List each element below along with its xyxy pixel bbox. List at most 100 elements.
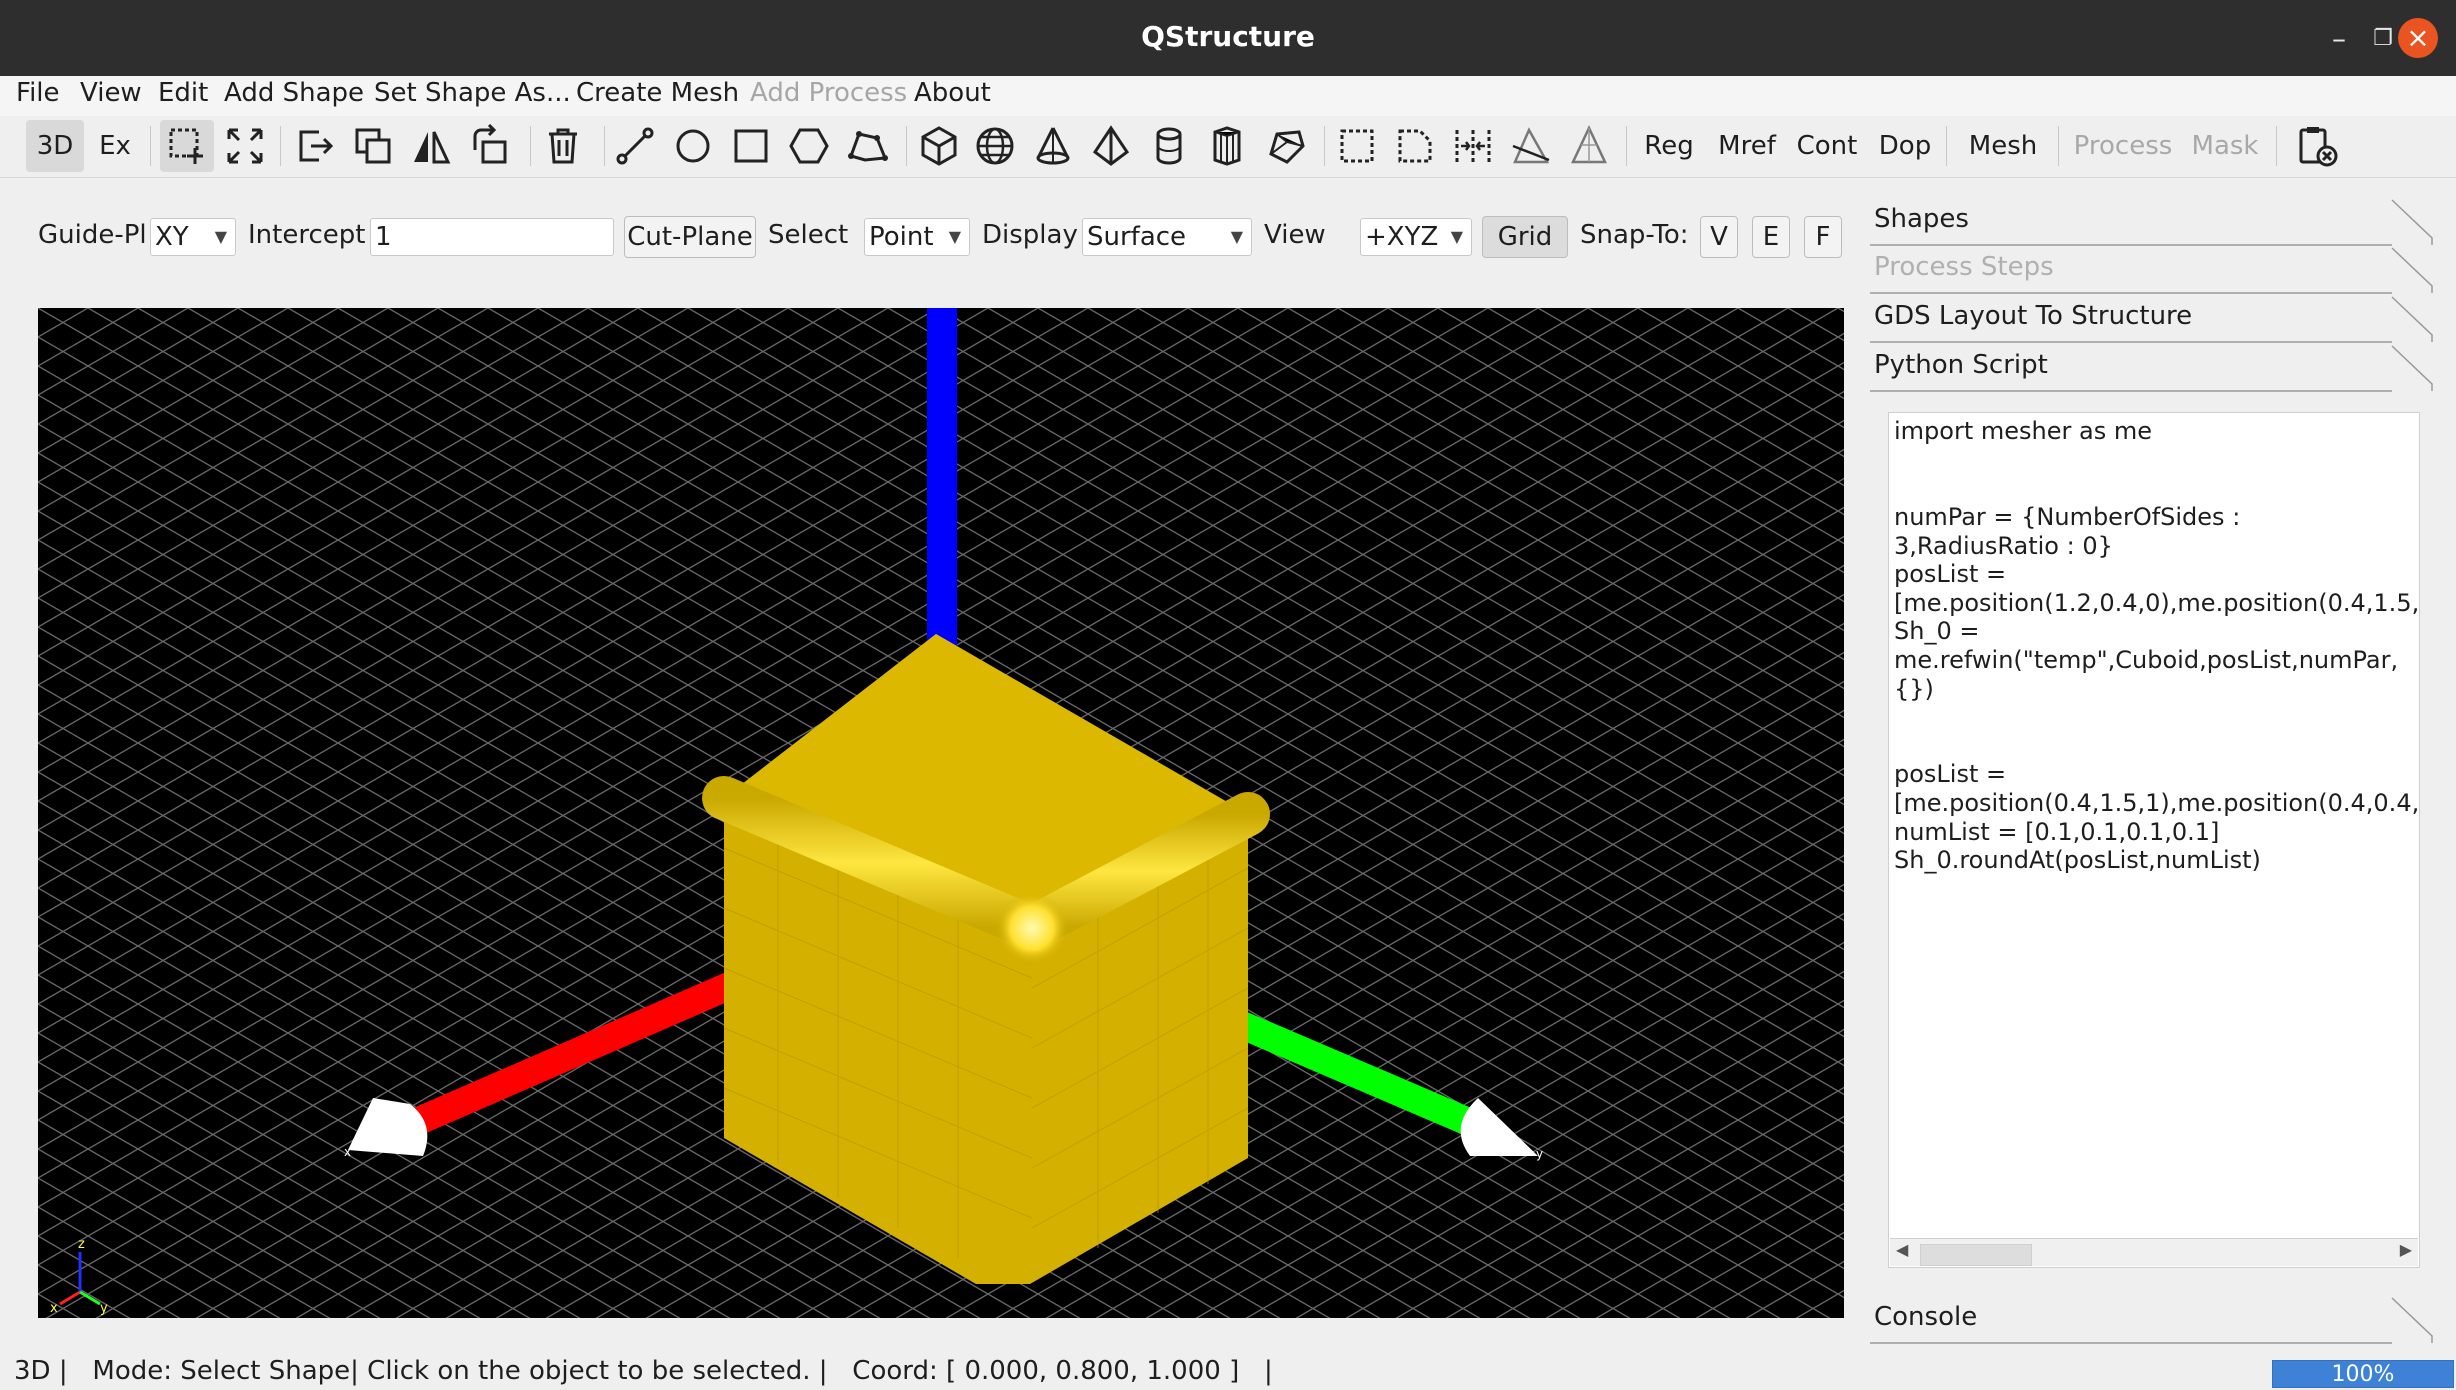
cut-polygon-icon[interactable] <box>1388 120 1442 172</box>
slice-icon[interactable] <box>1504 120 1558 172</box>
status-bar: 3D | Mode: Select Shape| Click on the ob… <box>0 1352 2456 1390</box>
display-mode-value: Surface <box>1087 222 1187 252</box>
trash-icon[interactable] <box>536 120 590 172</box>
select-add-icon[interactable] <box>160 120 214 172</box>
mesh-button[interactable]: Mesh <box>1956 120 2050 172</box>
fit-view-icon[interactable] <box>218 120 272 172</box>
menu-bar: File View Edit Add Shape Set Shape As...… <box>0 76 2456 116</box>
process-button: Process <box>2073 131 2173 161</box>
mref-button[interactable]: Mref <box>1712 120 1782 172</box>
menu-edit[interactable]: Edit <box>158 78 208 108</box>
select-mode-value: Point <box>869 222 934 252</box>
snap-edge-button[interactable]: E <box>1752 216 1790 258</box>
scrollbar-thumb[interactable] <box>1919 1243 2033 1267</box>
chevron-down-icon: ▼ <box>1450 227 1463 246</box>
python-script-editor[interactable]: import mesher as me numPar = {NumberOfSi… <box>1888 412 2420 1268</box>
gizmo-x-label: x <box>50 1301 58 1316</box>
tab-3d[interactable]: 3D <box>26 120 84 172</box>
tab-console-label: Console <box>1874 1302 1978 1332</box>
cone-icon[interactable] <box>1026 120 1080 172</box>
cut-rectangle-icon[interactable] <box>1330 120 1384 172</box>
gizmo-z-label: z <box>78 1237 85 1252</box>
tab-shapes[interactable]: Shapes <box>1870 198 2440 246</box>
line-icon[interactable] <box>608 120 662 172</box>
guide-plane-label: Guide-Pl <box>38 220 147 250</box>
script-line: 3,RadiusRatio : 0} <box>1894 532 2113 560</box>
menu-view[interactable]: View <box>80 78 142 108</box>
script-line: posList = <box>1894 560 2007 588</box>
cut-plane-button[interactable]: Cut-Plane <box>624 216 756 258</box>
tab-process-steps: Process Steps <box>1870 246 2440 294</box>
rotate-icon[interactable] <box>462 120 516 172</box>
script-line: Sh_0.roundAt(posList,numList) <box>1894 846 2261 874</box>
hexagon-icon[interactable] <box>782 120 836 172</box>
mask-button: Mask <box>2191 131 2259 161</box>
cylinder-icon[interactable] <box>1142 120 1196 172</box>
view-label: View <box>1264 220 1326 250</box>
rectangle-icon[interactable] <box>724 120 778 172</box>
export-icon[interactable] <box>288 120 342 172</box>
menu-create-mesh[interactable]: Create Mesh <box>576 78 739 108</box>
y-axis-label: y <box>1536 1147 1543 1161</box>
tab-gds-layout[interactable]: GDS Layout To Structure <box>1870 295 2440 343</box>
menu-file[interactable]: File <box>16 78 60 108</box>
scroll-right-icon[interactable]: ▶ <box>2400 1240 2412 1259</box>
maximize-icon[interactable]: ❐ <box>2366 22 2400 56</box>
guide-plane-select[interactable]: XY ▼ <box>150 218 236 256</box>
guide-bar: Guide-Pl XY ▼ Intercept 1 Cut-Plane Selec… <box>0 178 1860 298</box>
script-line: [me.position(1.2,0.4,0),me.position(0.4,… <box>1894 589 2420 617</box>
script-line: numPar = {NumberOfSides : <box>1894 503 2241 531</box>
minimize-icon[interactable]: – <box>2322 22 2356 56</box>
snap-vertex-button[interactable]: V <box>1700 216 1738 258</box>
dop-button[interactable]: Dop <box>1872 120 1938 172</box>
tab-process-steps-label: Process Steps <box>1874 252 2054 282</box>
polyhedron-icon[interactable] <box>1258 120 1312 172</box>
script-line: Sh_0 = <box>1894 617 1980 645</box>
menu-add-process: Add Process <box>750 78 908 108</box>
script-line: numList = [0.1,0.1,0.1,0.1] <box>1894 818 2220 846</box>
chevron-down-icon: ▼ <box>948 227 961 246</box>
display-label: Display <box>982 220 1078 250</box>
select-mode-select[interactable]: Point ▼ <box>864 218 970 256</box>
tab-python-script-label: Python Script <box>1874 350 2048 380</box>
reg-button[interactable]: Reg <box>1636 120 1702 172</box>
mirror-icon[interactable] <box>404 120 458 172</box>
tetra-mesh-icon[interactable] <box>1562 120 1616 172</box>
editor-horizontal-scrollbar[interactable]: ◀ ▶ <box>1890 1238 2418 1267</box>
scroll-left-icon[interactable]: ◀ <box>1896 1240 1908 1259</box>
copy-icon[interactable] <box>346 120 400 172</box>
clear-clipboard-icon[interactable] <box>2288 120 2346 172</box>
view-direction-select[interactable]: +XYZ ▼ <box>1360 218 1472 256</box>
polygon-icon[interactable] <box>840 120 894 172</box>
status-text: 3D | Mode: Select Shape| Click on the ob… <box>14 1356 1273 1386</box>
script-line: posList = <box>1894 760 2007 788</box>
tab-python-script[interactable]: Python Script <box>1870 344 2440 392</box>
intercept-input[interactable]: 1 <box>370 218 614 256</box>
prism-icon[interactable] <box>1200 120 1254 172</box>
split-icon[interactable] <box>1446 120 1500 172</box>
tab-shapes-label: Shapes <box>1874 204 1969 234</box>
select-label: Select <box>768 220 849 250</box>
chevron-down-icon: ▼ <box>1230 227 1243 246</box>
display-mode-select[interactable]: Surface ▼ <box>1082 218 1252 256</box>
tab-gds-layout-label: GDS Layout To Structure <box>1874 301 2193 331</box>
tab-console[interactable]: Console <box>1870 1296 2440 1344</box>
pyramid-icon[interactable] <box>1084 120 1138 172</box>
script-line: {}) <box>1894 675 1934 703</box>
menu-add-shape[interactable]: Add Shape <box>224 78 364 108</box>
title-bar: QStructure – ❐ × <box>0 0 2456 76</box>
menu-set-shape-as[interactable]: Set Shape As... <box>374 78 571 108</box>
intercept-label: Intercept <box>248 220 366 250</box>
gizmo-y-label: y <box>100 1301 108 1316</box>
menu-about[interactable]: About <box>914 78 991 108</box>
cube-icon[interactable] <box>912 120 966 172</box>
3d-viewport[interactable]: x y z x y <box>38 308 1844 1318</box>
grid-toggle-button[interactable]: Grid <box>1482 216 1568 258</box>
snap-face-button[interactable]: F <box>1804 216 1842 258</box>
z-axis <box>927 308 957 648</box>
close-icon[interactable]: × <box>2398 18 2438 58</box>
circle-icon[interactable] <box>666 120 720 172</box>
tab-ex[interactable]: Ex <box>90 120 140 172</box>
sphere-icon[interactable] <box>968 120 1022 172</box>
cont-button[interactable]: Cont <box>1792 120 1862 172</box>
